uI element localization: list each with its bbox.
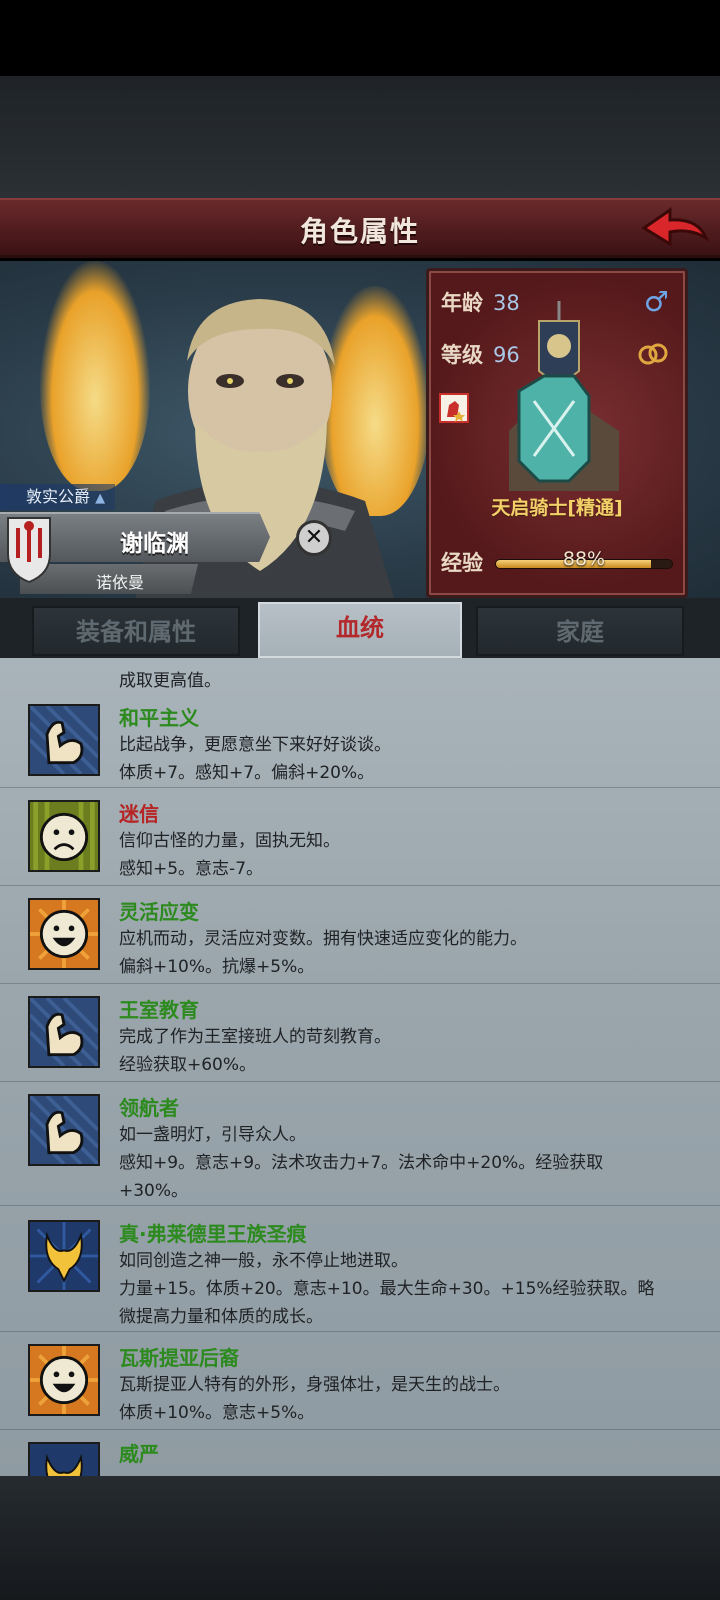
character-name: 谢临渊 [120,531,189,557]
royal-stigmata-icon [28,1442,100,1476]
page-title: 角色属性 [299,215,420,248]
happy-face-icon [28,898,100,970]
trait-name: 瓦斯提亚后裔 [119,1346,239,1370]
trait-effects: 体质+7。感知+7。偏斜+20%。 [119,763,375,783]
trait-description: 信仰古怪的力量，固执无知。 [119,831,340,851]
trait-list[interactable]: 成取更高值。 和平主义 比起战争，更愿意坐下来好好谈谈。 体质+7。感知+7。偏… [0,658,720,1476]
trait-effects: 偏斜+10%。抗爆+5%。 [119,957,315,977]
trait-description: 比起战争，更愿意坐下来好好谈谈。 [119,735,391,755]
horse-badge-icon[interactable] [439,393,469,423]
exp-label: 经验 [441,551,483,575]
unit-class-name: 天启骑士[精通] [491,497,623,519]
tab-family[interactable]: 家庭 [476,606,684,656]
list-item[interactable]: 迷信 信仰古怪的力量，固执无知。 感知+5。意志-7。 [0,788,720,886]
dismiss-button[interactable]: ✕ [296,520,332,556]
age-label: 年龄 [441,291,483,315]
status-bar-area [0,0,720,76]
trait-effects: 力量+15。体质+20。意志+10。最大生命+30。+15%经验获取。略 [119,1279,655,1299]
family-crest-icon[interactable] [6,514,52,584]
trait-name: 王室教育 [119,998,199,1022]
nobility-label: 敦实公爵 [26,487,91,506]
list-item[interactable]: 瓦斯提亚后裔 瓦斯提亚人特有的外形，身强体壮，是天生的战士。 体质+10%。意志… [0,1332,720,1430]
list-item[interactable]: 领航者 如一盏明灯，引导众人。 感知+9。意志+9。法术攻击力+7。法术命中+2… [0,1082,720,1206]
crown-icon: ▲ [95,491,106,506]
top-backdrop [0,76,720,198]
knight-unit-art [509,301,619,491]
title-bar: 角色属性 [0,198,720,258]
list-item[interactable]: 和平主义 比起战争，更愿意坐下来好好谈谈。 体质+7。感知+7。偏斜+20%。 [0,690,720,788]
male-gender-icon: ♂ [643,285,669,318]
tab-bloodline[interactable]: 血统 [258,602,462,658]
trait-name: 和平主义 [119,706,199,730]
back-button[interactable] [640,204,712,254]
muscle-icon [28,1094,100,1166]
bottom-backdrop [0,1476,720,1600]
trait-description: 瓦斯提亚人特有的外形，身强体壮，是天生的战士。 [119,1375,510,1395]
marriage-rings-icon [638,343,668,365]
trait-effects: 感知+5。意志-7。 [119,859,264,879]
list-item[interactable]: 灵活应变 应机而动，灵活应对变数。拥有快速适应变化的能力。 偏斜+10%。抗爆+… [0,886,720,984]
close-icon: ✕ [304,525,324,550]
trait-name: 真·弗莱德里王族圣痕 [119,1222,307,1246]
trait-effects-cont: 微提高力量和体质的成长。 [119,1307,323,1327]
trait-name: 灵活应变 [119,900,199,924]
trait-description: 完成了作为王室接班人的苛刻教育。 [119,1027,391,1047]
muscle-icon [28,704,100,776]
trait-effects: 感知+9。意志+9。法术攻击力+7。法术命中+20%。经验获取 [119,1153,604,1173]
exp-percent-text: 88% [562,548,606,570]
trait-description: 如一盏明灯，引导众人。 [119,1125,306,1145]
trait-description: 如同创造之神一般，永不停止地进取。 [119,1251,408,1271]
trait-effects: 体质+10%。意志+5%。 [119,1403,315,1423]
trait-description: 应机而动，灵活应对变数。拥有快速适应变化的能力。 [119,929,527,949]
stat-panel: 年龄 38 等级 96 ♂ 天启骑士[精通] 经验 88% [426,268,688,598]
list-item[interactable]: 威严 [0,1430,720,1476]
list-item[interactable]: 真·弗莱德里王族圣痕 如同创造之神一般，永不停止地进取。 力量+15。体质+20… [0,1206,720,1332]
tab-bar: 装备和属性 血统 家庭 [0,598,720,658]
list-item[interactable]: 王室教育 完成了作为王室接班人的苛刻教育。 经验获取+60%。 [0,984,720,1082]
nobility-title: 敦实公爵 ▲ [0,484,116,510]
back-arrow-icon [641,207,710,247]
partial-trait-line: 成取更高值。 [119,671,221,691]
trait-name: 威严 [119,1442,159,1466]
trait-name: 迷信 [119,802,159,826]
level-label: 等级 [441,343,483,367]
happy-face-icon [28,1344,100,1416]
royal-stigmata-icon [28,1220,100,1292]
trait-effects: 经验获取+60%。 [119,1055,257,1075]
tab-equipment-attributes[interactable]: 装备和属性 [32,606,240,656]
trait-effects-cont: +30%。 [119,1181,189,1201]
trait-name: 领航者 [119,1096,179,1120]
house-name: 诺依曼 [96,573,145,592]
sad-face-icon [28,800,100,872]
muscle-icon [28,996,100,1068]
